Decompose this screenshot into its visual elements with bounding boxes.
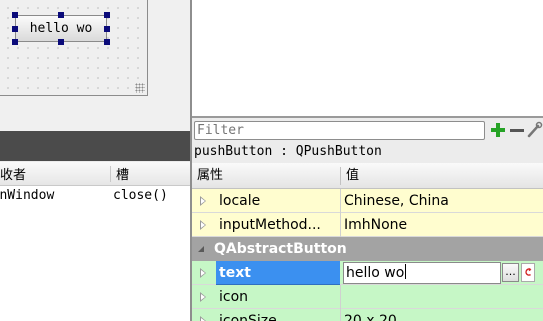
push-button-widget[interactable]: hello wo [15, 15, 107, 42]
selection-handle[interactable] [12, 26, 18, 32]
column-divider [340, 167, 341, 185]
column-divider [340, 309, 341, 321]
column-divider [340, 285, 341, 309]
column-header-slot[interactable]: 槽 [111, 164, 129, 183]
wrench-icon[interactable] [526, 121, 543, 139]
column-header-property[interactable]: 属性 [197, 163, 223, 189]
connections-header: 接收者 槽 [0, 162, 190, 186]
property-row-locale[interactable]: locale Chinese, China [192, 189, 543, 213]
property-name-selected: text [216, 261, 340, 285]
minus-icon[interactable] [509, 121, 525, 139]
property-table-header: 属性 值 [192, 163, 543, 189]
selection-handle[interactable] [104, 26, 110, 32]
property-row-text[interactable]: text hello wo ... [192, 261, 543, 285]
connection-receiver: MainWindow [0, 188, 55, 203]
group-label: QAbstractButton [214, 241, 347, 257]
property-row-icon-size[interactable]: iconSize 20 x 20 [192, 309, 543, 321]
selection-handle[interactable] [12, 39, 18, 45]
property-name: inputMethod... [219, 217, 321, 233]
reset-arrow-icon[interactable] [521, 263, 535, 282]
selection-handle[interactable] [104, 12, 110, 18]
collapse-arrow-icon[interactable] [198, 246, 204, 252]
property-value[interactable]: Chinese, China [344, 189, 449, 213]
connection-row[interactable]: MainWindow close() [0, 188, 190, 206]
property-name: locale [219, 193, 261, 209]
object-inspector-area [192, 0, 543, 118]
expand-arrow-icon[interactable] [200, 292, 206, 302]
selection-handle[interactable] [12, 12, 18, 18]
property-name: icon [219, 289, 249, 305]
column-divider [340, 213, 341, 237]
property-table: 属性 值 locale Chinese, China inputMethod..… [192, 163, 543, 321]
form-canvas-area: hello wo [0, 0, 190, 131]
text-value-editor[interactable]: hello wo [343, 262, 501, 284]
property-value[interactable]: ImhNone [344, 213, 407, 237]
connections-list [0, 186, 190, 321]
form-canvas[interactable]: hello wo [0, 0, 148, 96]
property-row-input-method[interactable]: inputMethod... ImhNone [192, 213, 543, 237]
column-header-value[interactable]: 值 [346, 163, 359, 189]
expand-arrow-icon[interactable] [200, 196, 206, 206]
property-row-icon[interactable]: icon [192, 285, 543, 309]
selection-handle[interactable] [58, 39, 64, 45]
selection-handle[interactable] [104, 39, 110, 45]
panel-title-bar [0, 131, 190, 161]
filter-input[interactable] [194, 121, 485, 140]
selected-object-label: pushButton : QPushButton [194, 144, 382, 159]
connection-slot: close() [113, 188, 168, 203]
column-divider [340, 189, 341, 213]
property-filter-bar [192, 118, 543, 142]
selection-handle[interactable] [58, 12, 64, 18]
column-header-receiver[interactable]: 接收者 [0, 164, 110, 183]
resize-grip[interactable] [135, 83, 145, 93]
property-name: iconSize [219, 313, 277, 321]
expand-arrow-icon[interactable] [200, 316, 206, 321]
property-group-qabstractbutton[interactable]: QAbstractButton [192, 237, 543, 261]
expand-arrow-icon[interactable] [200, 268, 206, 278]
expand-arrow-icon[interactable] [200, 220, 206, 230]
edit-text-button[interactable]: ... [502, 263, 519, 282]
text-value: hello wo [346, 265, 405, 281]
plus-icon[interactable] [489, 121, 507, 139]
text-caret [405, 264, 407, 279]
property-value[interactable]: 20 x 20 [344, 309, 397, 321]
